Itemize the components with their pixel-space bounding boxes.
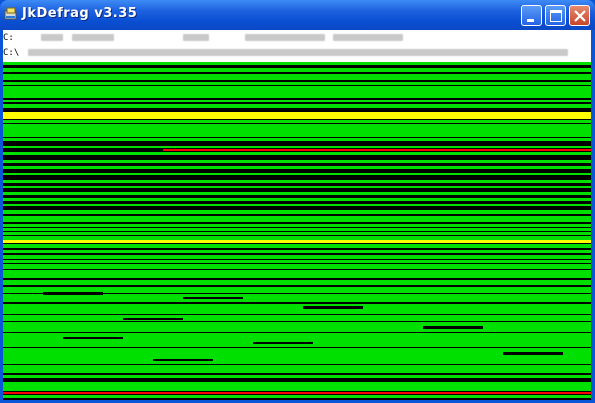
free-gap	[503, 352, 563, 355]
free-gap	[123, 318, 183, 320]
status-panel: C: C:\	[3, 30, 591, 62]
cluster-band	[3, 315, 591, 321]
app-icon	[4, 7, 17, 20]
cluster-band	[3, 236, 591, 240]
cluster-band	[3, 74, 591, 80]
cluster-band	[3, 173, 591, 175]
cluster-band	[163, 149, 591, 151]
free-gap	[43, 292, 103, 295]
window-border-right	[591, 30, 595, 403]
cluster-band	[3, 180, 591, 183]
cluster-band	[3, 166, 591, 169]
obscured-text	[27, 49, 568, 56]
status-drive-label: C:	[3, 33, 14, 43]
cluster-band	[3, 160, 591, 163]
maximize-button[interactable]	[545, 5, 566, 26]
cluster-band	[3, 382, 591, 391]
cluster-band	[3, 276, 591, 278]
obscured-text	[71, 34, 114, 41]
cluster-band	[3, 192, 591, 195]
cluster-band	[3, 62, 591, 65]
obscured-text	[41, 34, 64, 41]
free-gap	[63, 337, 123, 339]
cluster-band	[3, 68, 591, 72]
cluster-band	[3, 244, 591, 248]
title-bar[interactable]: JkDefrag v3.35	[0, 0, 595, 30]
cluster-band	[3, 228, 591, 231]
cluster-band	[3, 210, 591, 214]
cluster-band	[3, 250, 591, 253]
minimize-button[interactable]	[521, 5, 542, 26]
cluster-band	[3, 82, 591, 85]
client-area: C: C:\	[3, 30, 591, 400]
cluster-band	[3, 124, 591, 137]
jkdefrag-window: JkDefrag v3.35 C: C:\	[0, 0, 595, 403]
cluster-band	[3, 186, 591, 188]
cluster-band	[3, 255, 591, 259]
cluster-band	[3, 395, 591, 398]
maximize-icon	[550, 10, 562, 22]
status-line-drive: C:	[3, 31, 403, 45]
cluster-band	[3, 270, 591, 276]
cluster-band	[3, 240, 591, 243]
cluster-band	[3, 392, 591, 394]
obscured-text	[244, 34, 325, 41]
cluster-band	[3, 204, 591, 206]
free-gap	[183, 297, 243, 299]
cluster-band	[3, 86, 591, 98]
cluster-band	[3, 104, 591, 108]
cluster-band	[3, 112, 591, 119]
cluster-band	[3, 348, 591, 364]
cluster-band	[3, 260, 591, 263]
cluster-band	[3, 322, 591, 332]
cluster-band	[3, 294, 591, 302]
disk-cluster-map	[3, 62, 591, 400]
cluster-band	[3, 152, 591, 155]
free-gap	[303, 306, 363, 309]
cluster-band	[3, 224, 591, 227]
cluster-band	[3, 333, 591, 347]
close-icon	[574, 10, 586, 22]
status-path-label: C:\	[3, 48, 20, 58]
status-line-path: C:\	[3, 46, 568, 60]
cluster-band	[3, 120, 591, 123]
cluster-band	[3, 280, 591, 285]
obscured-text	[183, 34, 210, 41]
minimize-icon	[527, 19, 534, 22]
cluster-band	[3, 146, 591, 148]
cluster-band	[3, 138, 591, 141]
free-gap	[423, 326, 483, 329]
cluster-band	[3, 365, 591, 373]
cluster-band	[3, 264, 591, 269]
cluster-band	[3, 304, 591, 314]
cluster-band	[3, 375, 591, 378]
cluster-band	[3, 216, 591, 222]
free-gap	[153, 359, 213, 361]
cluster-band	[3, 232, 591, 235]
cluster-band	[3, 100, 591, 102]
cluster-band	[3, 198, 591, 201]
window-title: JkDefrag v3.35	[22, 6, 138, 21]
obscured-text	[332, 34, 403, 41]
close-button[interactable]	[569, 5, 590, 26]
free-gap	[253, 342, 313, 344]
